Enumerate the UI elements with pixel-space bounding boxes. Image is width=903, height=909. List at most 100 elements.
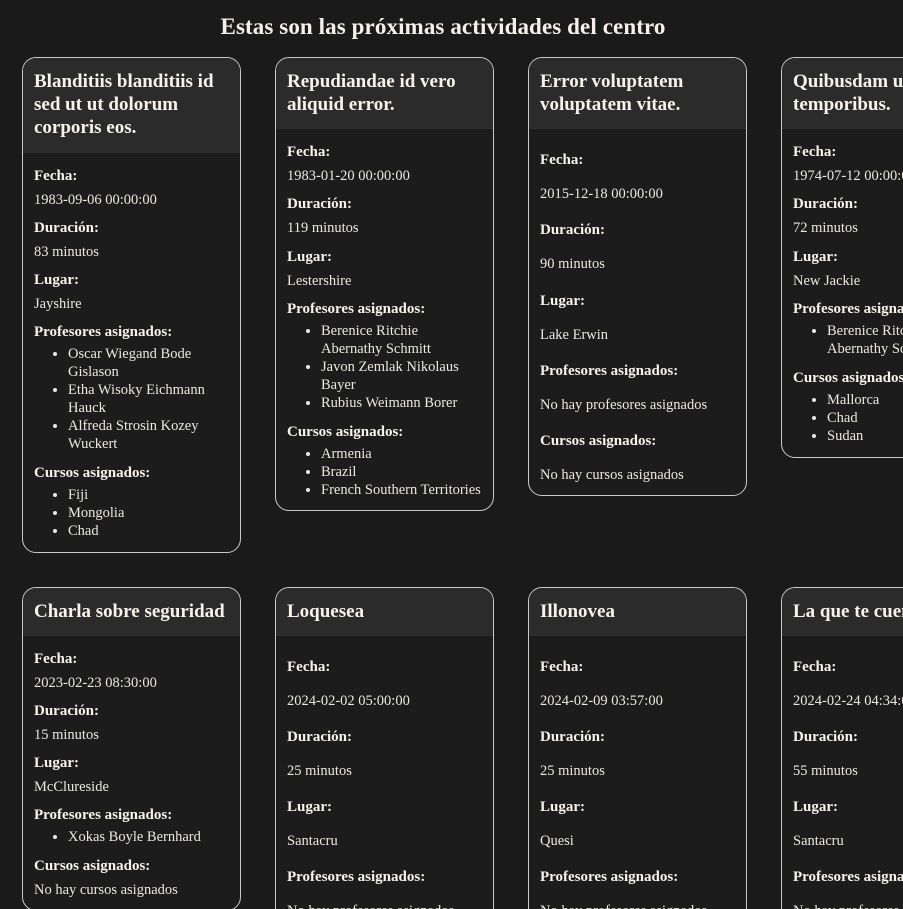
duracion-label: Duración:	[540, 222, 605, 239]
activity-card: Charla sobre seguridad Fecha: 2023-02-23 0…	[22, 586, 241, 909]
cursos-empty: No hay cursos asignados	[540, 466, 684, 483]
list-item: French Southern Territories	[321, 482, 482, 500]
cursos-list: ArmeniaBrazilFrench Southern Territories	[287, 446, 482, 500]
profesores-list: Oscar Wiegand Bode GislasonEtha Wisoky E…	[34, 346, 229, 454]
page-title: Estas son las próximas actividades del c…	[220, 14, 666, 39]
profesores-label: Profesores asignados:	[34, 323, 173, 340]
profesores-label: Profesores asignados:	[287, 869, 426, 886]
fecha-value: 1983-09-06 00:00:00	[34, 191, 157, 208]
profesores-label: Profesores asignados:	[540, 869, 679, 886]
duracion-label: Duración:	[287, 728, 352, 745]
list-item: Armenia	[321, 446, 482, 464]
lugar-value: Quesi	[540, 833, 574, 850]
activity-card-body: Fecha: 2024-02-02 05:00:00 Duración: 25 min…	[276, 636, 493, 909]
duracion-value: 119 minutos	[287, 220, 359, 237]
lugar-value: Lestershire	[287, 272, 352, 289]
fecha-label: Fecha:	[540, 152, 584, 169]
activity-card-body: Fecha: 2024-02-09 03:57:00 Duración: 25 min…	[529, 636, 746, 909]
activity-card: Loquesea Fecha: 2024-02-02 05:00:00 Duració…	[275, 586, 494, 909]
activity-title: Charla sobre seguridad	[34, 600, 225, 622]
activity-card-body: Fecha: 2023-02-23 08:30:00 Duración: 15 min…	[23, 636, 240, 909]
list-item: Oscar Wiegand Bode Gislason	[68, 346, 229, 382]
duracion-value: 15 minutos	[34, 726, 99, 743]
activity-card-body: Fecha: 2024-02-24 04:34:00 Duración: 55 min…	[782, 636, 903, 909]
list-item: Etha Wisoky Eichmann Hauck	[68, 382, 229, 418]
cursos-list: MallorcaChadSudan	[793, 392, 903, 446]
fecha-label: Fecha:	[287, 658, 331, 675]
activity-card: Error voluptatem voluptatem vitae. Fecha:…	[528, 57, 747, 496]
cursos-empty: No hay cursos asignados	[34, 882, 178, 899]
fecha-value: 2015-12-18 00:00:00	[540, 186, 663, 203]
activity-card-header: Charla sobre seguridad	[23, 587, 240, 636]
activity-title: Error voluptatem voluptatem vitae.	[540, 71, 684, 116]
profesores-list: Xokas Boyle Bernhard	[34, 829, 229, 847]
list-item: Berenice Ritchie Abernathy Schmitt	[321, 323, 482, 359]
lugar-value: New Jackie	[793, 272, 861, 289]
list-item: Fiji	[68, 487, 229, 505]
cursos-label: Cursos asignados:	[793, 369, 903, 386]
activity-card-header: Loquesea	[276, 587, 493, 636]
activity-card: La que te cuento Fecha: 2024-02-24 04:34:0…	[781, 586, 903, 909]
activity-card: Blanditiis blanditiis id sed ut ut dolor…	[22, 57, 241, 553]
fecha-value: 2024-02-09 03:57:00	[540, 692, 663, 709]
activities-grid: Blanditiis blanditiis id sed ut ut dolor…	[0, 57, 903, 909]
fecha-value: 1974-07-12 00:00:00	[793, 168, 903, 185]
profesores-list: Berenice Ritchie Abernathy SchmittJavon …	[287, 323, 482, 413]
fecha-value: 1983-01-20 00:00:00	[287, 168, 410, 185]
list-item: Brazil	[321, 464, 482, 482]
activity-card-header: Illonovea	[529, 587, 746, 636]
cursos-label: Cursos asignados:	[540, 432, 657, 449]
activity-card-header: Repudiandae id vero aliquid error.	[276, 58, 493, 130]
duracion-label: Duración:	[34, 219, 99, 236]
duracion-label: Duración:	[793, 196, 858, 213]
lugar-value: Santacru	[287, 833, 338, 850]
duracion-value: 83 minutos	[34, 243, 99, 260]
lugar-label: Lugar:	[287, 799, 332, 816]
activity-card-body: Fecha: 1983-01-20 00:00:00 Duración: 119 mi…	[276, 129, 493, 510]
profesores-list: Berenice Ritchie Abernathy Schmitt	[793, 323, 903, 359]
cursos-label: Cursos asignados:	[34, 464, 151, 481]
activity-title: Blanditiis blanditiis id sed ut ut dolor…	[34, 71, 214, 139]
duracion-value: 55 minutos	[793, 762, 858, 779]
activity-card: Repudiandae id vero aliquid error. Fecha:…	[275, 57, 494, 512]
lugar-label: Lugar:	[287, 248, 332, 265]
activity-title: La que te cuento	[793, 600, 903, 622]
list-item: Xokas Boyle Bernhard	[68, 829, 229, 847]
fecha-label: Fecha:	[34, 167, 78, 184]
activity-title: Quibusdam ut temporibus.	[793, 71, 903, 116]
duracion-value: 72 minutos	[793, 220, 858, 237]
activity-card: Illonovea Fecha: 2024-02-09 03:57:00 Duraci…	[528, 586, 747, 909]
duracion-value: 25 minutos	[540, 762, 605, 779]
fecha-value: 2024-02-02 05:00:00	[287, 692, 410, 709]
profesores-label: Profesores asignados:	[34, 807, 173, 824]
activity-card-body: Fecha: 1983-09-06 00:00:00 Duración: 83 min…	[23, 153, 240, 552]
duracion-label: Duración:	[287, 196, 352, 213]
activity-title: Repudiandae id vero aliquid error.	[287, 71, 456, 116]
activity-title: Illonovea	[540, 600, 615, 622]
fecha-label: Fecha:	[793, 658, 837, 675]
lugar-label: Lugar:	[34, 755, 79, 772]
list-item: Javon Zemlak Nikolaus Bayer	[321, 359, 482, 395]
list-item: Chad	[68, 523, 229, 541]
list-item: Mallorca	[827, 392, 903, 410]
cursos-list: FijiMongoliaChad	[34, 487, 229, 541]
cursos-label: Cursos asignados:	[34, 858, 151, 875]
activity-card-header: La que te cuento	[782, 587, 903, 636]
profesores-label: Profesores asignados:	[793, 300, 903, 317]
list-item: Berenice Ritchie Abernathy Schmitt	[827, 323, 903, 359]
duracion-value: 90 minutos	[540, 256, 605, 273]
list-item: Rubius Weimann Borer	[321, 395, 482, 413]
profesores-empty: No hay profesores asignados	[540, 396, 708, 413]
profesores-empty: No hay profesores asignados	[540, 902, 735, 909]
list-item: Chad	[827, 410, 903, 428]
activity-card-body: Fecha: 2015-12-18 00:00:00 Duración: 90 min…	[529, 129, 746, 495]
activity-title: Loquesea	[287, 600, 365, 622]
profesores-empty: No hay profesores asignados	[287, 902, 482, 909]
lugar-value: Lake Erwin	[540, 326, 609, 343]
lugar-label: Lugar:	[34, 271, 79, 288]
fecha-label: Fecha:	[287, 144, 331, 161]
fecha-value: 2023-02-23 08:30:00	[34, 674, 157, 691]
duracion-label: Duración:	[793, 728, 858, 745]
activity-card-header: Quibusdam ut temporibus.	[782, 58, 903, 130]
cursos-label: Cursos asignados:	[287, 423, 404, 440]
